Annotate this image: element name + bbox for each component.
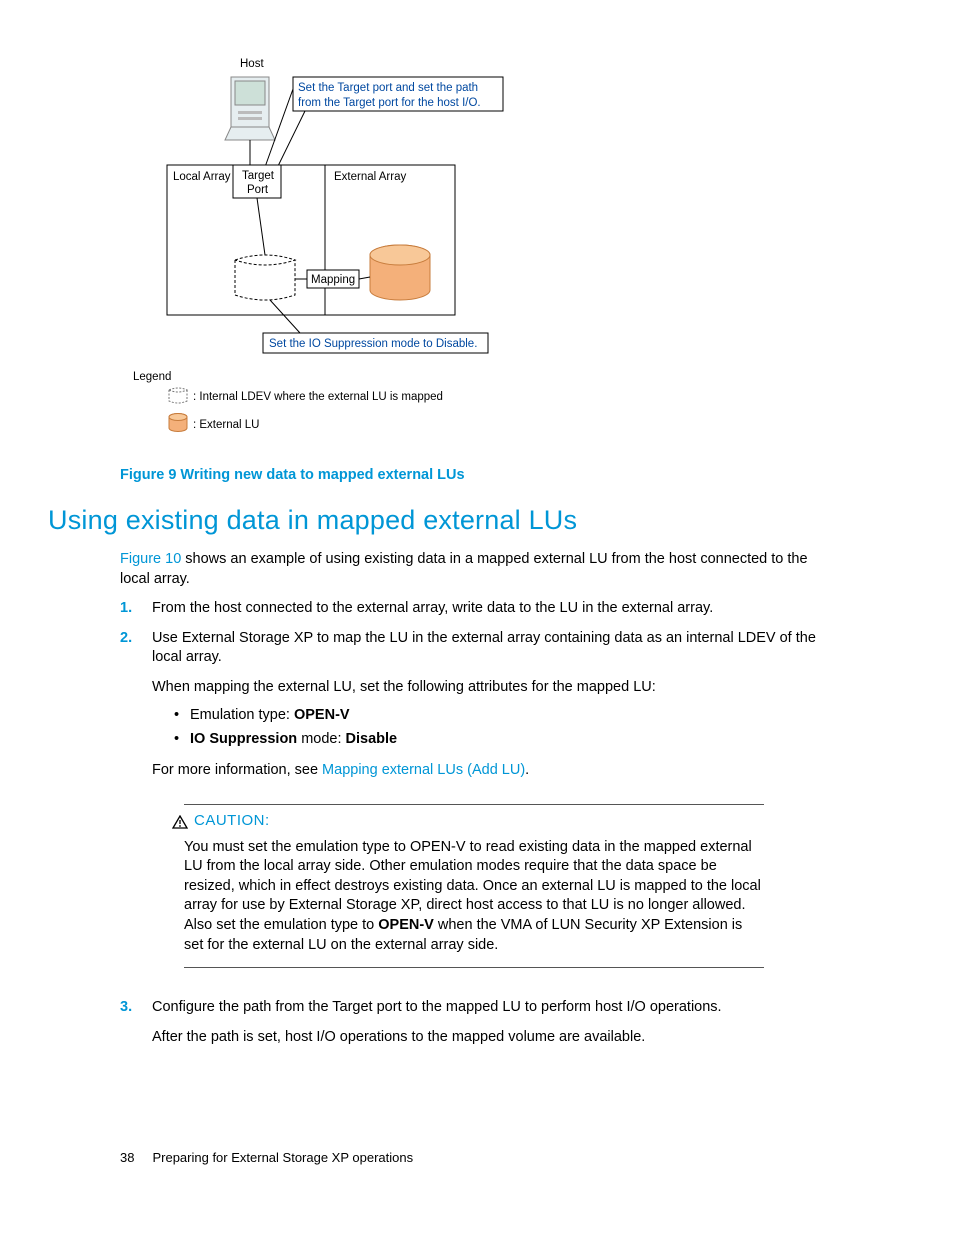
caution-bold: OPEN-V [378, 917, 434, 933]
bullet1-pre: Emulation type: [190, 707, 294, 723]
bullet-emulation: Emulation type: OPEN-V [174, 705, 839, 727]
external-array-label: External Array [334, 171, 406, 183]
step-2-b: When mapping the external LU, set the fo… [152, 678, 839, 698]
bullet-io-suppression: IO Suppression mode: Disable [174, 729, 839, 751]
target-port-l2: Port [247, 184, 269, 196]
callout1-line1: Set the Target port and set the path [298, 82, 478, 94]
intro-rest: shows an example of using existing data … [120, 551, 808, 587]
step-1-text: From the host connected to the external … [152, 600, 713, 616]
step-1: From the host connected to the external … [120, 599, 839, 619]
mapping-link[interactable]: Mapping external LUs (Add LU) [322, 762, 525, 778]
local-array-label: Local Array [173, 171, 231, 183]
mapping-label: Mapping [311, 274, 355, 286]
caution-label: CAUTION: [194, 811, 270, 831]
caution-head: CAUTION: [172, 811, 839, 831]
step-3: Configure the path from the Target port … [120, 998, 839, 1047]
step-2: Use External Storage XP to map the LU in… [120, 629, 839, 984]
page-footer: 38 Preparing for External Storage XP ope… [120, 1150, 413, 1165]
legend-external-icon [169, 414, 187, 432]
caution-text: You must set the emulation type to OPEN-… [184, 838, 764, 955]
steps-list: From the host connected to the external … [120, 599, 839, 1047]
step-2-c: For more information, see Mapping extern… [152, 761, 839, 781]
caution-icon [172, 815, 188, 829]
host-label: Host [240, 58, 264, 70]
bullet2-bold2: Disable [346, 731, 398, 747]
target-port-l1: Target [242, 170, 275, 182]
intro-paragraph: Figure 10 shows an example of using exis… [120, 550, 839, 589]
legend-internal-icon [169, 388, 187, 403]
bullet2-mid: mode: [297, 731, 345, 747]
figure-caption: Figure 9 Writing new data to mapped exte… [120, 467, 839, 483]
step-3-b: After the path is set, host I/O operatio… [152, 1028, 839, 1048]
step2c-post: . [525, 762, 529, 778]
diagram-figure: Host Set the Target port and set the pat… [125, 55, 839, 455]
caution-rule-bottom [184, 967, 764, 968]
callout2-text: Set the IO Suppression mode to Disable. [269, 338, 477, 350]
legend-internal-text: : Internal LDEV where the external LU is… [193, 391, 443, 403]
page-number: 38 [120, 1150, 134, 1165]
attributes-list: Emulation type: OPEN-V IO Suppression mo… [174, 705, 839, 751]
step2c-pre: For more information, see [152, 762, 322, 778]
caution-rule-top [184, 804, 764, 805]
legend-external-text: : External LU [193, 419, 259, 431]
footer-title: Preparing for External Storage XP operat… [152, 1150, 413, 1165]
figure-10-link[interactable]: Figure 10 [120, 551, 181, 567]
step-2-a: Use External Storage XP to map the LU in… [152, 630, 816, 666]
legend-title: Legend [133, 371, 171, 383]
callout1-line2: from the Target port for the host I/O. [298, 97, 481, 109]
diagram-svg: Host Set the Target port and set the pat… [125, 55, 595, 450]
host-icon [225, 77, 275, 140]
bullet2-bold: IO Suppression [190, 731, 297, 747]
caution-block: CAUTION: You must set the emulation type… [184, 794, 839, 984]
bullet1-bold: OPEN-V [294, 707, 350, 723]
step-3-a: Configure the path from the Target port … [152, 999, 722, 1015]
section-title: Using existing data in mapped external L… [48, 505, 839, 536]
external-lu-cylinder [370, 245, 430, 300]
